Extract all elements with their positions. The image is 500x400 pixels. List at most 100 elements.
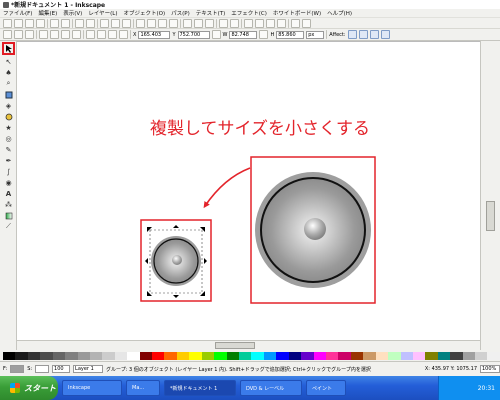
handle-left[interactable] [145,258,148,264]
palette-swatch[interactable] [350,351,364,360]
palette-swatch[interactable] [102,351,115,360]
scale-corners-icon[interactable] [358,30,368,39]
palette-swatch[interactable] [375,351,389,360]
zoom-width-icon[interactable] [169,18,178,28]
transform-patterns-icon[interactable] [380,30,390,39]
x-field[interactable]: 165.403 [138,30,171,39]
y-field[interactable]: 752.700 [177,30,210,39]
palette-swatch[interactable] [487,351,500,360]
layer-select[interactable]: Layer 1 [73,365,104,373]
palette-swatch[interactable] [152,351,165,360]
horizontal-scroll-thumb[interactable] [215,342,255,349]
lock-ratio-icon[interactable] [259,30,269,39]
drawing-canvas[interactable]: 複製してサイズを小さくする [17,41,480,350]
palette-swatch[interactable] [89,351,103,360]
palette-swatch[interactable] [475,351,488,360]
import-icon[interactable] [50,18,59,28]
handle-top[interactable] [173,225,179,228]
zoom-selection-icon[interactable] [136,18,145,28]
taskbar-button-inkscape[interactable]: *新規ドキュメント 1 [164,380,236,396]
stroke-indicator[interactable] [35,365,50,373]
palette-swatch[interactable] [425,351,438,360]
fill-stroke-icon[interactable] [244,18,253,28]
ungroup-icon[interactable] [230,18,239,28]
palette-swatch[interactable] [127,351,140,360]
palette-swatch[interactable] [437,351,451,360]
menu-whiteboard[interactable]: ホワイトボード(W) [273,9,321,17]
select-all-icon[interactable] [3,30,12,39]
taskbar-button-1[interactable]: Ma... [126,380,160,396]
rotate-cw-icon[interactable] [50,30,59,39]
handle-top-right[interactable] [200,227,205,232]
taskbar-button-4[interactable]: ペイント [306,380,346,396]
palette-swatch[interactable] [189,351,202,360]
palette-swatch[interactable] [263,351,277,360]
unit-select[interactable]: px [306,30,325,39]
paste-icon[interactable] [122,18,131,28]
pencil-tool-icon[interactable]: ✎ [4,145,13,154]
palette-swatch[interactable] [450,351,463,360]
redo-icon[interactable] [86,18,95,28]
palette-swatch[interactable] [15,351,28,360]
palette-swatch[interactable] [412,351,426,360]
menu-object[interactable]: オブジェクト(O) [124,9,166,17]
menu-text[interactable]: テキスト(T) [196,9,226,17]
flip-vertical-icon[interactable] [72,30,81,39]
raise-icon[interactable] [97,30,106,39]
rotate-ccw-icon[interactable] [39,30,48,39]
flip-horizontal-icon[interactable] [61,30,70,39]
palette-swatch[interactable] [325,351,339,360]
palette-swatch[interactable] [288,351,302,360]
small-speaker-cap[interactable] [172,255,182,265]
print-icon[interactable] [36,18,45,28]
unlink-clone-icon[interactable] [205,18,214,28]
fill-indicator[interactable] [10,365,25,373]
new-document-icon[interactable] [3,18,12,28]
handle-top-left[interactable] [147,227,152,232]
palette-swatch[interactable] [239,351,252,360]
xml-editor-icon[interactable] [266,18,275,28]
zoom-tool-icon[interactable]: ⌕ [4,79,13,88]
rectangle-tool-icon[interactable] [4,90,13,99]
handle-right[interactable] [204,258,207,264]
menu-path[interactable]: パス(P) [171,9,190,17]
menu-edit[interactable]: 編集(E) [38,9,57,17]
palette-swatch[interactable] [251,351,264,360]
x-y-stepper-icon[interactable] [211,30,221,39]
menu-view[interactable]: 表示(V) [63,9,82,17]
select-all-layers-icon[interactable] [14,30,23,39]
dropper-tool-icon[interactable]: ⟋ [4,222,13,231]
palette-swatch[interactable] [77,351,90,360]
palette-swatch[interactable] [338,351,351,360]
palette-swatch[interactable] [40,351,53,360]
palette-swatch[interactable] [214,351,227,360]
open-file-icon[interactable] [14,18,23,28]
palette-swatch[interactable] [3,351,16,360]
duplicate-icon[interactable] [183,18,192,28]
start-button[interactable]: スタート [0,376,58,400]
taskbar-button-0[interactable]: Inkscape [62,380,122,396]
node-tool-icon[interactable]: ↖ [4,57,13,66]
spiral-tool-icon[interactable]: ◎ [4,134,13,143]
paint-bucket-tool-icon[interactable]: ◉ [4,178,13,187]
export-icon[interactable] [61,18,70,28]
palette-swatch[interactable] [313,351,326,360]
clone-icon[interactable] [194,18,203,28]
palette-swatch[interactable] [52,351,66,360]
pen-tool-icon[interactable]: ✒ [4,156,13,165]
raise-to-top-icon[interactable] [86,30,95,39]
transform-gradients-icon[interactable] [369,30,379,39]
palette-swatch[interactable] [301,351,314,360]
scale-stroke-icon[interactable] [347,30,357,39]
palette-swatch[interactable] [363,351,376,360]
ellipse-tool-icon[interactable] [4,112,13,121]
zoom-drawing-icon[interactable] [147,18,156,28]
palette-swatch[interactable] [226,351,240,360]
horizontal-scrollbar[interactable] [17,340,480,350]
zoom-page-icon[interactable] [158,18,167,28]
w-field[interactable]: 82.748 [229,30,258,39]
palette-swatch[interactable] [27,351,41,360]
palette-swatch[interactable] [65,351,78,360]
zoom-field[interactable]: 100% [480,365,500,373]
3d-box-tool-icon[interactable]: ◈ [4,101,13,110]
